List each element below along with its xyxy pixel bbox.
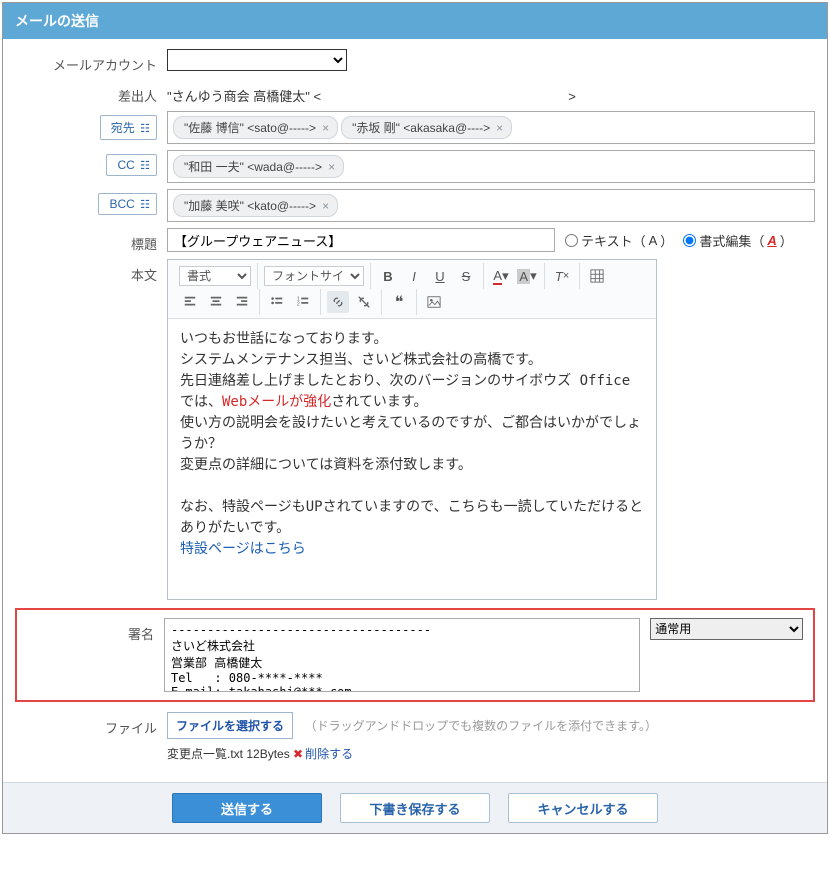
delete-attachment-link[interactable]: 削除する: [305, 747, 353, 761]
recipient-chip[interactable]: "赤坂 剛" <akasaka@---->×: [341, 116, 512, 139]
attached-file: 変更点一覧.txt 12Bytes ✖削除する: [167, 745, 815, 762]
number-list-button[interactable]: 12: [292, 291, 314, 313]
to-picker-button[interactable]: 宛先 ☷: [100, 115, 157, 140]
draft-button[interactable]: 下書き保存する: [340, 793, 490, 823]
body-line: いつもお世話になっております。: [180, 329, 644, 350]
to-label: 宛先: [111, 121, 135, 135]
table-button[interactable]: [586, 265, 608, 287]
bullet-list-button[interactable]: [266, 291, 288, 313]
to-field[interactable]: "佐藤 博信" <sato@----->× "赤坂 剛" <akasaka@--…: [167, 111, 815, 144]
format-rich-radio[interactable]: 書式編集（A）: [683, 231, 792, 250]
label-from: 差出人: [15, 80, 167, 105]
label-account: メールアカウント: [15, 49, 167, 74]
signature-textarea[interactable]: [164, 618, 640, 692]
image-button[interactable]: [423, 291, 445, 313]
window-title: メールの送信: [3, 3, 827, 39]
unlink-button[interactable]: [353, 291, 375, 313]
body-line: 使い方の説明会を設けたいと考えているのですが、ご都合はいかがでしょうか？: [180, 413, 644, 455]
label-file: ファイル: [15, 712, 167, 737]
quote-button[interactable]: ❝: [388, 291, 410, 313]
from-tail: >: [568, 89, 576, 104]
cancel-button[interactable]: キャンセルする: [508, 793, 658, 823]
account-select[interactable]: [167, 49, 347, 71]
forecolor-button[interactable]: A ▾: [490, 265, 512, 287]
mail-compose-window: メールの送信 メールアカウント 差出人 "さんゆう商会 高橋健太" < > 宛先…: [2, 2, 828, 834]
recipient-chip[interactable]: "和田 一夫" <wada@----->×: [173, 155, 344, 178]
format-select[interactable]: 書式: [179, 266, 251, 286]
ul-icon: [270, 295, 284, 309]
label-body: 本文: [15, 259, 167, 284]
body-line: システムメンテナンス担当、さいど株式会社の高橋です。: [180, 350, 644, 371]
label-subject: 標題: [15, 228, 167, 253]
from-name: "さんゆう商会 高橋健太" <: [167, 89, 321, 104]
recipient-chip[interactable]: "佐藤 博信" <sato@----->×: [173, 116, 338, 139]
recipient-chip[interactable]: "加藤 美咲" <kato@----->×: [173, 194, 338, 217]
cc-picker-button[interactable]: CC ☷: [106, 154, 157, 176]
cc-field[interactable]: "和田 一夫" <wada@----->×: [167, 150, 815, 183]
bcc-picker-button[interactable]: BCC ☷: [98, 193, 157, 215]
addressbook-icon: ☷: [140, 160, 150, 172]
body-line: 変更点の詳細については資料を添付致します。: [180, 455, 644, 476]
table-icon: [590, 269, 604, 283]
file-hint: （ドラッグアンドドロップでも複数のファイルを添付できます。）: [305, 719, 657, 733]
delete-icon: ✖: [293, 747, 303, 761]
underline-button[interactable]: U: [429, 265, 451, 287]
form-area: メールアカウント 差出人 "さんゆう商会 高橋健太" < > 宛先 ☷: [3, 39, 827, 782]
rich-editor: 書式 フォントサイズ B I U S A ▾ A: [167, 259, 657, 600]
align-right-button[interactable]: [231, 291, 253, 313]
clear-format-button[interactable]: T×: [551, 265, 573, 287]
editor-toolbar: 書式 フォントサイズ B I U S A ▾ A: [168, 260, 656, 319]
image-icon: [427, 295, 441, 309]
chip-remove-icon[interactable]: ×: [328, 160, 335, 174]
italic-button[interactable]: I: [403, 265, 425, 287]
signature-select[interactable]: 通常用: [650, 618, 803, 640]
strike-button[interactable]: S: [455, 265, 477, 287]
svg-text:2: 2: [297, 302, 300, 308]
bold-button[interactable]: B: [377, 265, 399, 287]
body-link[interactable]: 特設ページはこちら: [180, 539, 644, 560]
chip-remove-icon[interactable]: ×: [322, 121, 329, 135]
attached-file-name: 変更点一覧.txt: [167, 747, 243, 761]
body-line: 先日連絡差し上げましたとおり、次のバージョンのサイボウズ Officeでは、We…: [180, 371, 644, 413]
file-select-button[interactable]: ファイルを選択する: [167, 712, 293, 739]
link-button[interactable]: [327, 291, 349, 313]
fontsize-select[interactable]: フォントサイズ: [264, 266, 364, 286]
footer: 送信する 下書き保存する キャンセルする: [3, 782, 827, 833]
from-display: "さんゆう商会 高橋健太" < >: [167, 80, 815, 105]
format-plain-radio[interactable]: テキスト（A）: [565, 231, 673, 250]
align-left-icon: [183, 295, 197, 309]
align-center-button[interactable]: [205, 291, 227, 313]
bcc-field[interactable]: "加藤 美咲" <kato@----->×: [167, 189, 815, 222]
addressbook-icon: ☷: [140, 199, 150, 211]
body-line: なお、特設ページもUPされていますので、こちらも一読していただけるとありがたいで…: [180, 497, 644, 539]
bcc-label: BCC: [109, 197, 134, 211]
chip-remove-icon[interactable]: ×: [496, 121, 503, 135]
label-signature: 署名: [27, 618, 164, 643]
cc-label: CC: [117, 158, 134, 172]
editor-body[interactable]: いつもお世話になっております。 システムメンテナンス担当、さいど株式会社の高橋で…: [168, 319, 656, 599]
subject-input[interactable]: [167, 228, 555, 252]
ol-icon: 12: [296, 295, 310, 309]
backcolor-button[interactable]: A ▾: [516, 265, 538, 287]
send-button[interactable]: 送信する: [172, 793, 322, 823]
signature-section: 署名 通常用: [15, 608, 815, 702]
attached-file-size: 12Bytes: [243, 747, 293, 761]
unlink-icon: [357, 295, 371, 309]
align-center-icon: [209, 295, 223, 309]
link-icon: [331, 295, 345, 309]
align-left-button[interactable]: [179, 291, 201, 313]
chip-remove-icon[interactable]: ×: [322, 199, 329, 213]
addressbook-icon: ☷: [140, 123, 150, 135]
align-right-icon: [235, 295, 249, 309]
